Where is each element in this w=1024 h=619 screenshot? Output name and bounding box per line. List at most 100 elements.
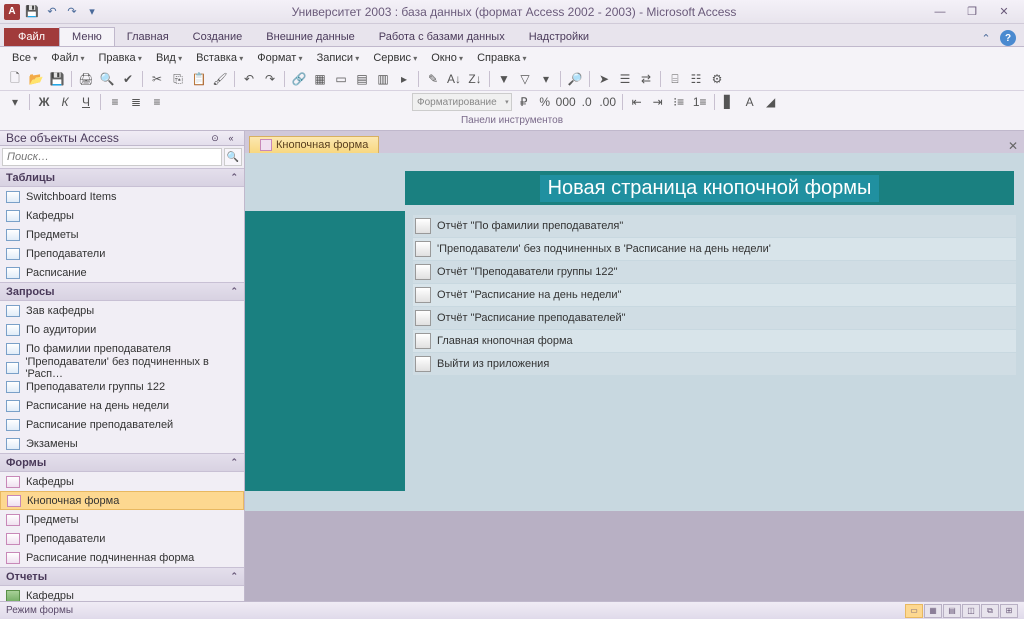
- prop-icon[interactable]: ☷: [687, 70, 705, 88]
- ribbon-tab-menu[interactable]: Меню: [59, 27, 115, 46]
- currency-icon[interactable]: ₽: [515, 93, 533, 111]
- menu-all[interactable]: Все: [6, 50, 43, 66]
- file-tab[interactable]: Файл: [4, 28, 59, 46]
- dropdown-icon[interactable]: ▾: [6, 93, 24, 111]
- nav-group-header[interactable]: Запросы⌃: [0, 282, 244, 301]
- code-icon[interactable]: ⚙: [708, 70, 726, 88]
- link-icon[interactable]: 🔗: [290, 70, 308, 88]
- nav-group-header[interactable]: Отчеты⌃: [0, 567, 244, 586]
- document-close-button[interactable]: ✕: [1002, 139, 1024, 153]
- nav-item[interactable]: Кафедры: [0, 586, 244, 602]
- italic-icon[interactable]: К: [56, 93, 74, 111]
- switchboard-button[interactable]: [415, 356, 431, 372]
- undo-icon[interactable]: ↶: [44, 4, 60, 20]
- filter-adv-icon[interactable]: ▾: [537, 70, 555, 88]
- sort-za-icon[interactable]: Z↓: [466, 70, 484, 88]
- relation-icon[interactable]: ⇄: [637, 70, 655, 88]
- chart-icon[interactable]: ▥: [374, 70, 392, 88]
- thousands-icon[interactable]: 000: [557, 93, 575, 111]
- view-design-button[interactable]: ◫: [962, 604, 980, 618]
- menu-records[interactable]: Записи: [311, 50, 366, 66]
- nav-item[interactable]: Предметы: [0, 225, 244, 244]
- nav-group-header[interactable]: Таблицы⌃: [0, 168, 244, 187]
- align-left-icon[interactable]: ≡: [106, 93, 124, 111]
- highlight-icon[interactable]: ▋: [720, 93, 738, 111]
- nav-item[interactable]: Зав кафедры: [0, 301, 244, 320]
- nav-item[interactable]: Преподаватели группы 122: [0, 377, 244, 396]
- ribbon-tab-dbtools[interactable]: Работа с базами данных: [367, 28, 517, 46]
- nav-item[interactable]: Расписание преподавателей: [0, 415, 244, 434]
- search-button[interactable]: 🔍: [224, 148, 242, 166]
- menu-file[interactable]: Файл: [45, 50, 90, 66]
- align-center-icon[interactable]: ≣: [127, 93, 145, 111]
- switchboard-button[interactable]: [415, 241, 431, 257]
- qat-customize-icon[interactable]: ▾: [84, 4, 100, 20]
- print-icon[interactable]: 🖨: [77, 70, 95, 88]
- view-datasheet-button[interactable]: ▦: [924, 604, 942, 618]
- report-icon[interactable]: ▤: [353, 70, 371, 88]
- inc-dec-icon[interactable]: .0: [578, 93, 596, 111]
- numbering-icon[interactable]: 1≡: [691, 93, 709, 111]
- nav-item[interactable]: Преподаватели: [0, 244, 244, 263]
- nav-collapse-icon[interactable]: «: [224, 131, 238, 145]
- help-icon[interactable]: ?: [1000, 30, 1016, 46]
- copy-icon[interactable]: ⎘: [169, 70, 187, 88]
- nav-item[interactable]: По аудитории: [0, 320, 244, 339]
- redo-icon[interactable]: ↷: [64, 4, 80, 20]
- nav-item[interactable]: Предметы: [0, 510, 244, 529]
- view-sql-button[interactable]: ⧉: [981, 604, 999, 618]
- goto-icon[interactable]: ➤: [595, 70, 613, 88]
- underline-icon[interactable]: Ч: [77, 93, 95, 111]
- view-form-button[interactable]: ▭: [905, 604, 923, 618]
- search-input[interactable]: [2, 148, 222, 166]
- find-icon[interactable]: 🔎: [566, 70, 584, 88]
- cut-icon[interactable]: ✂: [148, 70, 166, 88]
- menu-tools[interactable]: Сервис: [367, 50, 423, 66]
- menu-insert[interactable]: Вставка: [190, 50, 249, 66]
- indent-inc-icon[interactable]: ⇥: [649, 93, 667, 111]
- select-icon[interactable]: ☰: [616, 70, 634, 88]
- paste-icon[interactable]: 📋: [190, 70, 208, 88]
- nav-item[interactable]: Расписание на день недели: [0, 396, 244, 415]
- nav-item[interactable]: Преподаватели: [0, 529, 244, 548]
- nav-item[interactable]: Кафедры: [0, 206, 244, 225]
- switchboard-button[interactable]: [415, 310, 431, 326]
- bold-icon[interactable]: Ж: [35, 93, 53, 111]
- switchboard-button[interactable]: [415, 264, 431, 280]
- switchboard-button[interactable]: [415, 333, 431, 349]
- spell-icon[interactable]: ✔: [119, 70, 137, 88]
- form-icon[interactable]: ▭: [332, 70, 350, 88]
- minimize-button[interactable]: —: [928, 4, 952, 20]
- indent-dec-icon[interactable]: ⇤: [628, 93, 646, 111]
- undo-icon[interactable]: ↶: [240, 70, 258, 88]
- save-icon[interactable]: 💾: [24, 4, 40, 20]
- filter-icon[interactable]: ▼: [495, 70, 513, 88]
- close-button[interactable]: ✕: [992, 4, 1016, 20]
- menu-edit[interactable]: Правка: [93, 50, 148, 66]
- preview-icon[interactable]: 🔍: [98, 70, 116, 88]
- nav-item[interactable]: Кнопочная форма: [0, 491, 244, 510]
- switchboard-button[interactable]: [415, 218, 431, 234]
- percent-icon[interactable]: %: [536, 93, 554, 111]
- nav-item[interactable]: Расписание: [0, 263, 244, 282]
- sort-az-icon[interactable]: A↓: [445, 70, 463, 88]
- nav-item[interactable]: 'Преподаватели' без подчиненных в 'Расп…: [0, 358, 244, 377]
- align-right-icon[interactable]: ≡: [148, 93, 166, 111]
- menu-help[interactable]: Справка: [471, 50, 532, 66]
- document-tab[interactable]: Кнопочная форма: [249, 136, 379, 153]
- nav-item[interactable]: Switchboard Items: [0, 187, 244, 206]
- menu-window[interactable]: Окно: [425, 50, 469, 66]
- filter-sel-icon[interactable]: ▽: [516, 70, 534, 88]
- switchboard-button[interactable]: [415, 287, 431, 303]
- ribbon-tab-create[interactable]: Создание: [181, 28, 255, 46]
- nav-dropdown-icon[interactable]: ⊙: [208, 131, 222, 145]
- view-pivot-button[interactable]: ⊞: [1000, 604, 1018, 618]
- ribbon-tab-addins[interactable]: Надстройки: [517, 28, 601, 46]
- nav-item[interactable]: Экзамены: [0, 434, 244, 453]
- save-icon[interactable]: 💾: [48, 70, 66, 88]
- menu-view[interactable]: Вид: [150, 50, 188, 66]
- ribbon-tab-home[interactable]: Главная: [115, 28, 181, 46]
- restore-button[interactable]: ❐: [960, 4, 984, 20]
- newrec-icon[interactable]: ▸: [395, 70, 413, 88]
- format-painter-icon[interactable]: 🖌: [211, 70, 229, 88]
